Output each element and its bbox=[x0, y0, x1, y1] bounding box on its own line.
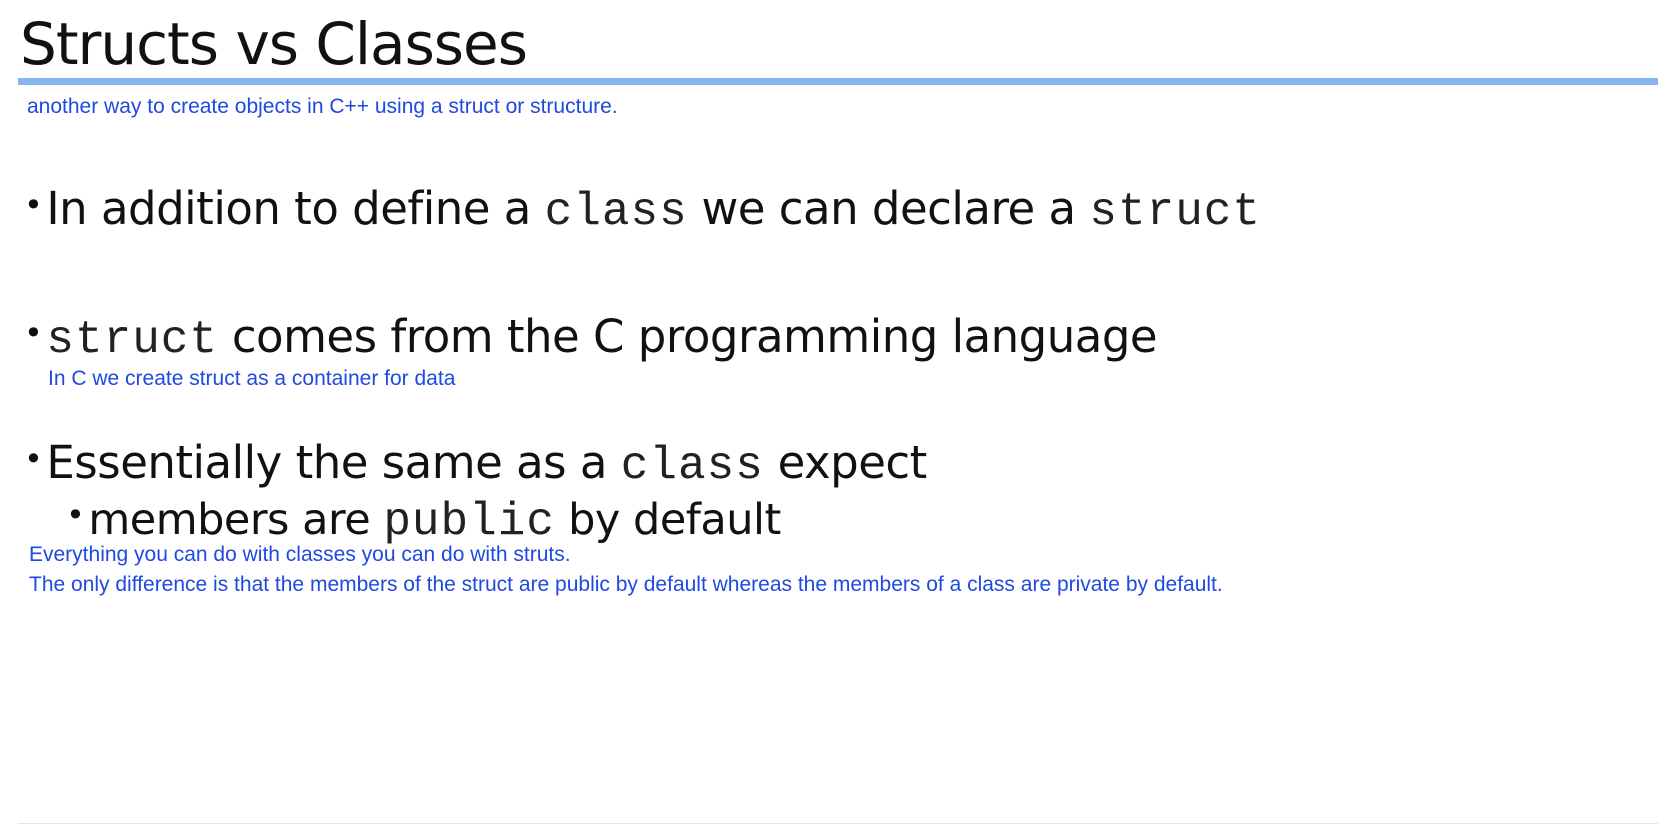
bullet-text: we can declare a bbox=[687, 182, 1090, 235]
slide-title: Structs vs Classes bbox=[20, 10, 528, 78]
bullet-text: comes from the C programming language bbox=[218, 310, 1158, 363]
c-struct-note: In C we create struct as a container for… bbox=[48, 367, 456, 390]
bullet-struct-origin: •struct comes from the C programming lan… bbox=[24, 306, 1158, 367]
bullet-class-struct: •In addition to define a class we can de… bbox=[24, 178, 1261, 239]
code-struct: struct bbox=[1089, 186, 1262, 238]
bullet-dot: • bbox=[24, 440, 43, 478]
code-class: class bbox=[544, 186, 688, 238]
bullet-text: members are bbox=[88, 495, 384, 545]
bullet-dot: • bbox=[24, 186, 43, 224]
note-difference: The only difference is that the members … bbox=[29, 573, 1223, 596]
code-public: public bbox=[383, 496, 555, 548]
subtitle-note: another way to create objects in C++ usi… bbox=[27, 95, 618, 118]
note-everything: Everything you can do with classes you c… bbox=[29, 543, 571, 566]
bullet-text: by default bbox=[554, 495, 781, 545]
bullet-dot: • bbox=[24, 314, 43, 352]
code-struct: struct bbox=[46, 314, 219, 366]
bullet-text: Essentially the same as a bbox=[46, 436, 621, 489]
bullet-text: In addition to define a bbox=[46, 182, 545, 235]
bottom-divider bbox=[18, 823, 1658, 824]
title-underline bbox=[18, 78, 1658, 85]
bullet-same-as-class: •Essentially the same as a class expect bbox=[24, 432, 927, 493]
code-class: class bbox=[620, 440, 764, 492]
bullet-text: expect bbox=[763, 436, 928, 489]
bullet-dot: • bbox=[66, 496, 85, 534]
sub-bullet-public-default: •members are public by default bbox=[66, 490, 781, 547]
